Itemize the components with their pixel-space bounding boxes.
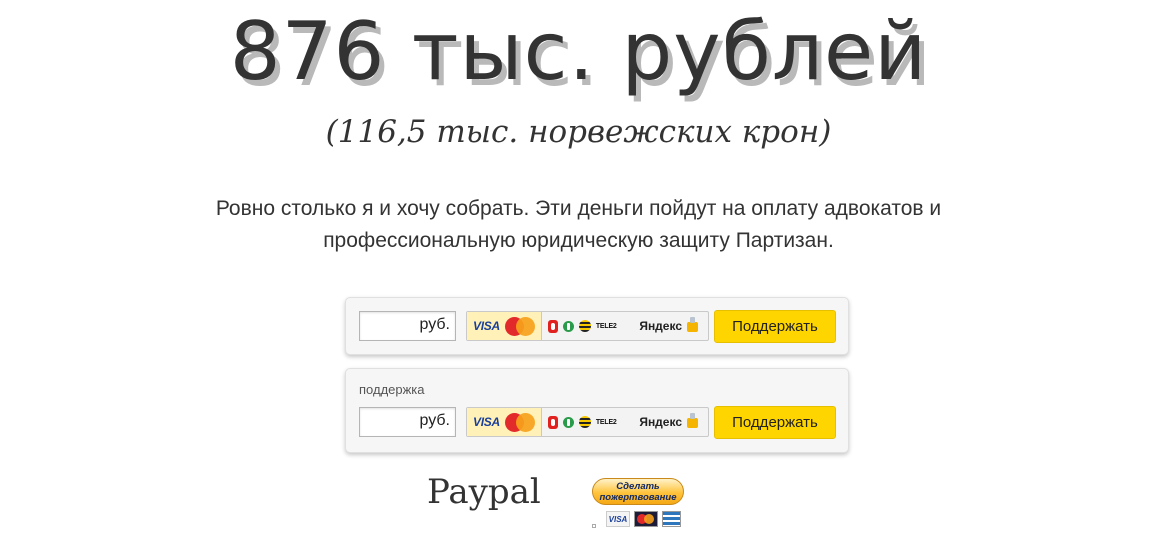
currency-label: руб.: [419, 412, 450, 429]
amount-field[interactable]: руб.: [359, 311, 456, 341]
beeline-icon: [578, 320, 591, 332]
tele2-logo: TELE2: [595, 322, 617, 330]
payment-method-yandex[interactable]: Яндекс: [633, 408, 708, 436]
paypal-donate-button[interactable]: Сделать пожертвование: [592, 478, 684, 505]
intro-text: Ровно столько я и хочу собрать. Эти день…: [215, 197, 942, 252]
payment-method-cards[interactable]: VISA: [467, 312, 542, 340]
currency-label: руб.: [419, 316, 450, 333]
megafon-icon: [562, 416, 574, 428]
donation-form-row: руб. VISA TELE2 Яндекс Поддержать: [359, 406, 836, 440]
mastercard-icon: [504, 316, 535, 336]
yandex-money-logo: Яндекс: [639, 319, 682, 333]
beeline-icon: [578, 416, 591, 428]
wallet-icon: [687, 317, 698, 332]
support-button[interactable]: Поддержать: [714, 406, 836, 439]
visa-logo: VISA: [473, 415, 500, 429]
widget-title: поддержка: [359, 382, 425, 397]
megafon-icon: [562, 320, 574, 332]
mastercard-icon: [634, 511, 658, 527]
paypal-accepted-cards: VISA: [606, 511, 681, 527]
tele2-logo: TELE2: [595, 418, 617, 426]
visa-logo: VISA: [606, 511, 630, 527]
amount-input[interactable]: [362, 410, 414, 434]
payment-method-selector: VISA TELE2 Яндекс: [466, 311, 709, 341]
payment-method-mobile[interactable]: TELE2: [542, 312, 633, 340]
donate-button-line1: Сделать: [616, 481, 660, 492]
amount-input[interactable]: [362, 314, 414, 338]
support-button[interactable]: Поддержать: [714, 310, 836, 343]
page-headline: 876 тыс. рублей: [229, 5, 928, 98]
donation-form-row: руб. VISA TELE2 Яндекс Поддержать: [359, 310, 836, 344]
tracking-pixel: [592, 524, 596, 528]
page-subheadline: (116,5 тыс. норвежских крон): [325, 114, 832, 150]
amex-icon: [662, 511, 681, 527]
payment-method-selector: VISA TELE2 Яндекс: [466, 407, 709, 437]
donation-widget: поддержка руб. VISA TELE2 Яндекс Поддерж…: [345, 368, 849, 453]
payment-method-yandex[interactable]: Яндекс: [633, 312, 708, 340]
payment-method-mobile[interactable]: TELE2: [542, 408, 633, 436]
yandex-money-logo: Яндекс: [639, 415, 682, 429]
amount-field[interactable]: руб.: [359, 407, 456, 437]
wallet-icon: [687, 413, 698, 428]
donate-button-line2: пожертвование: [599, 492, 677, 503]
donation-widget: руб. VISA TELE2 Яндекс Поддержать: [345, 297, 849, 355]
visa-logo: VISA: [473, 319, 500, 333]
mts-icon: [547, 319, 558, 333]
mastercard-icon: [504, 412, 535, 432]
payment-method-cards[interactable]: VISA: [467, 408, 542, 436]
paypal-label: Paypal: [427, 472, 541, 512]
mts-icon: [547, 415, 558, 429]
